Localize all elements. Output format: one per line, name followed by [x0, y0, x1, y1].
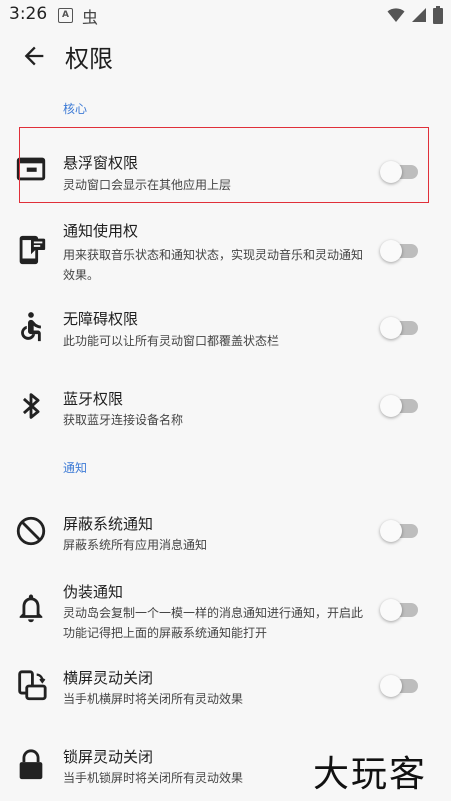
switch-thumb [380, 520, 402, 542]
accessibility-icon [21, 312, 41, 342]
pref-title: 通知使用权 [63, 222, 139, 240]
wifi-icon [387, 8, 405, 22]
pref-title: 屏蔽系统通知 [63, 515, 154, 533]
pref-fake-notification[interactable]: 伪装通知 灵动岛会复制一个一模一样的消息通知进行通知，开启此功能记得把上面的屏蔽… [0, 575, 451, 645]
section-header-notify: 通知 [63, 461, 88, 475]
block-icon [16, 516, 46, 546]
pref-title: 锁屏灵动关闭 [63, 748, 154, 766]
status-time: 3:26 [9, 4, 48, 24]
pref-title: 蓝牙权限 [63, 390, 124, 408]
pref-bluetooth[interactable]: 蓝牙权限 获取蓝牙连接设备名称 [0, 380, 451, 435]
section-header-core: 核心 [63, 102, 88, 116]
screen-rotation-icon [18, 670, 47, 701]
back-arrow-icon[interactable] [20, 42, 48, 70]
pref-title: 无障碍权限 [63, 310, 139, 328]
switch-thumb [380, 317, 402, 339]
switch-thumb [380, 240, 402, 262]
status-bar: 3:26 A 虫 [0, 0, 451, 32]
notification-phone-icon [19, 235, 46, 265]
app-bar: 权限 [0, 36, 451, 80]
switch-thumb [380, 395, 402, 417]
status-right [387, 6, 443, 24]
pref-accessibility[interactable]: 无障碍权限 此功能可以让所有灵动窗口都覆盖状态栏 [0, 300, 451, 355]
highlight-box [19, 127, 429, 203]
pref-summary: 当手机横屏时将关闭所有灵动效果 [63, 692, 244, 706]
pref-block-system-notifications[interactable]: 屏蔽系统通知 屏蔽系统所有应用消息通知 [0, 505, 451, 560]
page-title: 权限 [65, 45, 113, 73]
fake-notification-switch[interactable] [380, 597, 420, 623]
block-system-notifications-switch[interactable] [380, 518, 420, 544]
signal-icon [412, 8, 426, 22]
pref-title: 伪装通知 [63, 583, 124, 601]
pref-notification-access[interactable]: 通知使用权 用来获取音乐状态和通知状态，实现灵动音乐和灵动通知效果。 [0, 215, 451, 285]
pref-summary: 获取蓝牙连接设备名称 [63, 413, 184, 427]
pref-title: 横屏灵动关闭 [63, 669, 154, 687]
pref-summary: 屏蔽系统所有应用消息通知 [63, 538, 208, 552]
notification-access-switch[interactable] [380, 238, 420, 264]
bluetooth-switch[interactable] [380, 393, 420, 419]
switch-thumb [380, 675, 402, 697]
switch-thumb [380, 599, 402, 621]
accessibility-switch[interactable] [380, 315, 420, 341]
pref-landscape-off[interactable]: 横屏灵动关闭 当手机横屏时将关闭所有灵动效果 [0, 660, 451, 715]
pref-summary: 灵动岛会复制一个一模一样的消息通知进行通知，开启此功能记得把上面的屏蔽系统通知能… [63, 606, 364, 640]
battery-icon [433, 6, 443, 24]
status-a-icon: A [58, 8, 73, 23]
lock-icon [19, 749, 43, 780]
status-bug-icon: 虫 [82, 8, 99, 27]
bluetooth-icon [22, 393, 40, 419]
pref-summary: 此功能可以让所有灵动窗口都覆盖状态栏 [63, 334, 280, 348]
watermark-text: 大玩客 [313, 754, 428, 795]
landscape-off-switch[interactable] [380, 673, 420, 699]
pref-summary: 用来获取音乐状态和通知状态，实现灵动音乐和灵动通知效果。 [63, 248, 364, 282]
bell-icon [19, 594, 43, 623]
